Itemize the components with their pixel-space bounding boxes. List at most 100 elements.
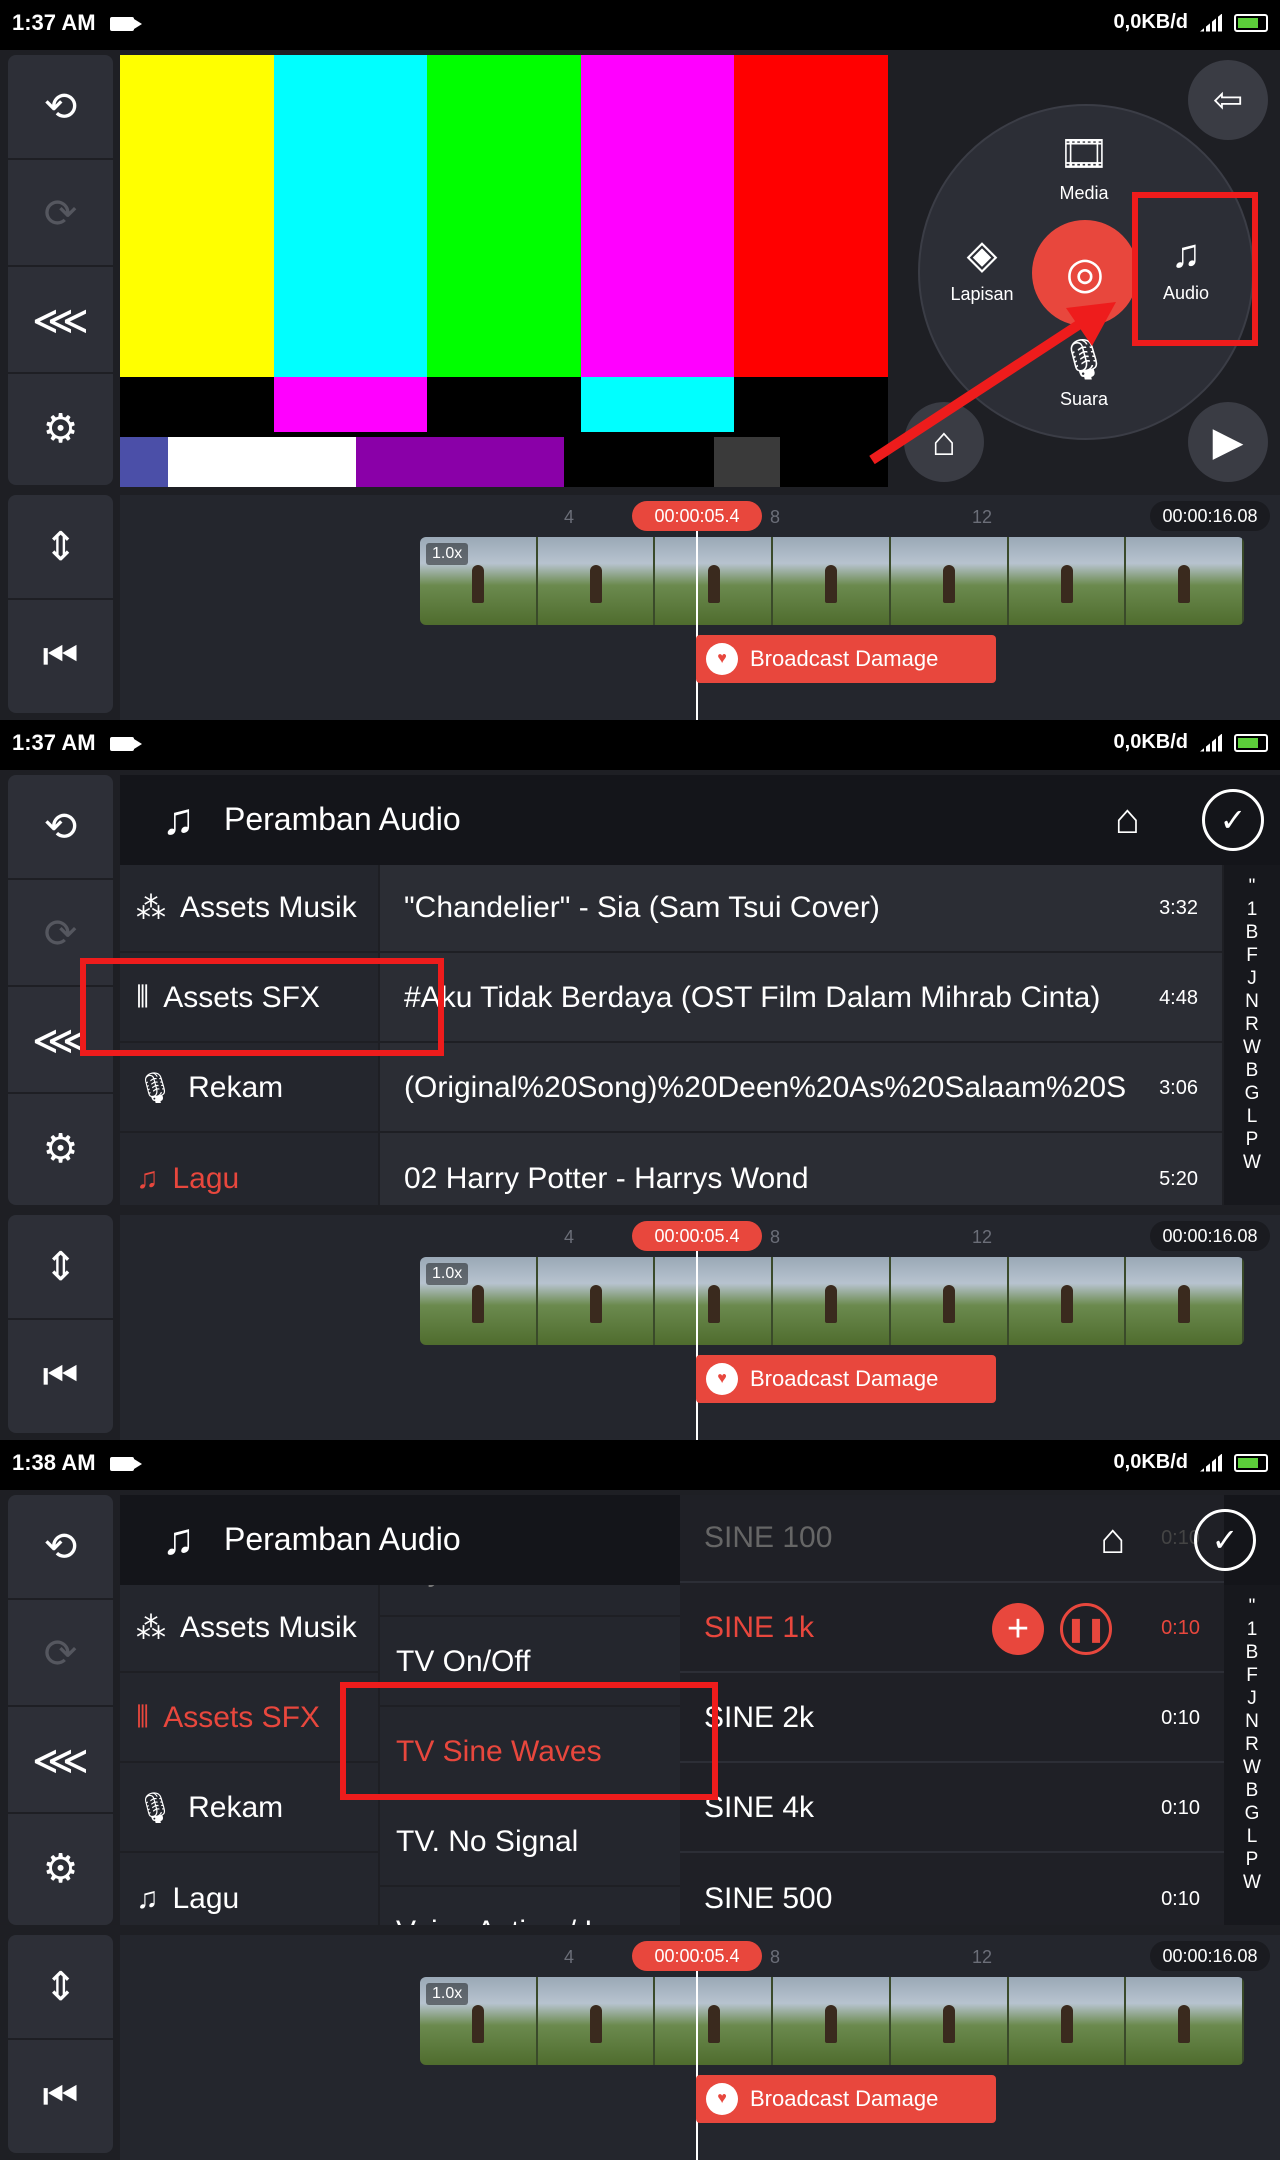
list-item[interactable]: (Original%20Song)%20Deen%20As%20Salaam%2… xyxy=(380,1045,1222,1133)
song-list: "Chandelier" - Sia (Sam Tsui Cover) 3:32 … xyxy=(380,865,1222,1205)
list-item[interactable]: SINE 4k 0:10 xyxy=(680,1765,1224,1853)
playhead[interactable] xyxy=(696,1971,698,2160)
sfx-highlight-box xyxy=(80,958,444,1056)
store-icon[interactable]: ⌂ xyxy=(1100,1515,1125,1563)
status-indicators: 0,0KB/d xyxy=(1114,11,1268,34)
go-to-start-button[interactable]: ⏮ xyxy=(8,604,113,709)
status-time: 1:37 AM xyxy=(12,730,96,755)
expand-timeline-button[interactable]: ⇕ xyxy=(8,495,113,600)
list-item[interactable]: SINE 2k 0:10 xyxy=(680,1675,1224,1763)
share-button[interactable]: ⋘ xyxy=(8,1709,113,1814)
effect-clip[interactable]: ♥ Broadcast Damage xyxy=(696,635,996,683)
editor-panel-1: 1:37 AM 0,0KB/d ⟲ ⟳ ⋘ ⚙ ⇕ ⏮ ⇦ 🎞 Media ◈ … xyxy=(0,0,1280,720)
list-item[interactable]: 02 Harry Potter - Harrys Wond 5:20 xyxy=(380,1135,1222,1223)
video-record-icon xyxy=(110,1457,142,1471)
confirm-button[interactable]: ✓ xyxy=(1194,1509,1256,1571)
audio-highlight-box xyxy=(1132,192,1258,346)
red-arrow xyxy=(869,302,1116,465)
status-indicators: 0,0KB/d xyxy=(1114,731,1268,754)
effect-icon: ♥ xyxy=(706,2083,738,2115)
list-item[interactable]: Toy Hammer xyxy=(380,1585,680,1617)
music-assets-icon: ⁂ xyxy=(136,891,166,925)
scale-label: 12 xyxy=(972,1947,993,1967)
status-indicators: 0,0KB/d xyxy=(1114,1451,1268,1474)
left-toolbar: ⟲ ⟳ ⋘ ⚙ xyxy=(8,1495,113,1925)
alphabet-index[interactable]: " 1 B F J N R W B G L P W xyxy=(1224,1585,1280,1925)
undo-button[interactable]: ⟲ xyxy=(8,775,113,880)
list-item[interactable]: SINE 1k + ❚❚ 0:10 xyxy=(680,1585,1224,1673)
status-bar: 1:37 AM 0,0KB/d xyxy=(0,720,1280,770)
list-item[interactable]: Voice Acting / Lau xyxy=(380,1889,680,1925)
list-item[interactable]: SINE 100 0:10 xyxy=(680,1495,1224,1583)
network-speed: 0,0KB/d xyxy=(1113,731,1188,753)
add-audio-button[interactable]: + xyxy=(992,1603,1044,1655)
playhead[interactable] xyxy=(696,1251,698,1440)
status-bar: 1:38 AM 0,0KB/d xyxy=(0,1440,1280,1490)
video-clip[interactable]: 1.0x xyxy=(420,537,1244,625)
settings-button[interactable]: ⚙ xyxy=(8,376,113,481)
undo-button[interactable]: ⟲ xyxy=(8,55,113,160)
category-record[interactable]: 🎙 Rekam xyxy=(120,1045,378,1133)
pause-button[interactable]: ❚❚ xyxy=(1060,1603,1112,1655)
list-item[interactable]: #Aku Tidak Berdaya (OST Film Dalam Mihra… xyxy=(380,955,1222,1043)
play-button[interactable]: ▶ xyxy=(1188,402,1268,482)
settings-button[interactable]: ⚙ xyxy=(8,1096,113,1201)
store-icon[interactable]: ⌂ xyxy=(1115,795,1140,843)
current-time-badge: 00:00:05.4 xyxy=(632,501,762,531)
exit-icon[interactable]: ⇦ xyxy=(1188,60,1268,140)
undo-button[interactable]: ⟲ xyxy=(8,1495,113,1600)
playhead[interactable] xyxy=(696,531,698,720)
effect-clip[interactable]: ♥ Broadcast Damage xyxy=(696,1355,996,1403)
video-clip[interactable]: 1.0x xyxy=(420,1257,1244,1345)
scale-label: 12 xyxy=(972,1227,993,1247)
microphone-icon: 🎙 xyxy=(136,1791,175,1825)
waveform-icon: ⦀ xyxy=(136,1701,150,1734)
expand-timeline-button[interactable]: ⇕ xyxy=(8,1215,113,1320)
expand-timeline-button[interactable]: ⇕ xyxy=(8,1935,113,2040)
signal-icon xyxy=(1200,733,1222,752)
category-assets-music[interactable]: ⁂ Assets Musik xyxy=(120,1585,378,1673)
scale-label: 4 xyxy=(564,1947,575,1967)
timeline: 4 8 12 00:00:05.4 00:00:16.08 1.0x ♥ Bro… xyxy=(120,495,1280,720)
video-record-icon xyxy=(110,737,142,751)
category-songs[interactable]: ♫ Lagu xyxy=(120,1855,378,1943)
effect-clip[interactable]: ♥ Broadcast Damage xyxy=(696,2075,996,2123)
media-icon: 🎞 xyxy=(1058,132,1110,176)
media-wheel-item[interactable]: 🎞 Media xyxy=(1034,130,1134,204)
total-time-badge: 00:00:16.08 xyxy=(1150,501,1270,531)
category-songs[interactable]: ♫ Lagu xyxy=(120,1135,378,1223)
layers-icon: ◈ xyxy=(966,233,998,277)
battery-icon xyxy=(1234,1453,1268,1472)
settings-button[interactable]: ⚙ xyxy=(8,1816,113,1921)
color-bars xyxy=(120,55,888,377)
list-item[interactable]: TV. No Signal xyxy=(380,1799,680,1887)
sine-waves-highlight-box xyxy=(340,1682,718,1800)
signal-icon xyxy=(1200,13,1222,32)
network-speed: 0,0KB/d xyxy=(1113,1451,1188,1473)
share-button[interactable]: ⋘ xyxy=(8,269,113,374)
effect-icon: ♥ xyxy=(706,643,738,675)
category-assets-music[interactable]: ⁂ Assets Musik xyxy=(120,865,378,953)
scale-label: 8 xyxy=(770,1227,781,1247)
alphabet-index[interactable]: " 1 B F J N R W B G L P W xyxy=(1224,865,1280,1205)
confirm-button[interactable]: ✓ xyxy=(1202,789,1264,851)
scale-label: 8 xyxy=(770,507,781,527)
redo-button[interactable]: ⟳ xyxy=(8,162,113,267)
redo-button[interactable]: ⟳ xyxy=(8,1602,113,1707)
signal-icon xyxy=(1200,1453,1222,1472)
network-speed: 0,0KB/d xyxy=(1113,11,1188,33)
sine-list: SINE 100 0:10 SINE 1k + ❚❚ 0:10 SINE 2k 0:… xyxy=(680,1495,1224,1925)
video-preview xyxy=(120,55,888,487)
scale-label: 4 xyxy=(564,1227,575,1247)
audio-browser-title: Peramban Audio xyxy=(224,801,461,837)
timeline-toolbar: ⇕ ⏮ xyxy=(8,495,113,713)
music-note-icon: ♫ xyxy=(162,1515,195,1564)
go-to-start-button[interactable]: ⏮ xyxy=(8,1324,113,1429)
current-time-badge: 00:00:05.4 xyxy=(632,1941,762,1971)
list-item[interactable]: "Chandelier" - Sia (Sam Tsui Cover) 3:32 xyxy=(380,865,1222,953)
go-to-start-button[interactable]: ⏮ xyxy=(8,2044,113,2149)
timeline: 4 8 12 00:00:05.4 00:00:16.08 1.0x ♥ Bro… xyxy=(120,1935,1280,2160)
list-item[interactable]: SINE 500 0:10 xyxy=(680,1855,1224,1943)
video-clip[interactable]: 1.0x xyxy=(420,1977,1244,2065)
status-time: 1:38 AM xyxy=(12,1450,96,1475)
